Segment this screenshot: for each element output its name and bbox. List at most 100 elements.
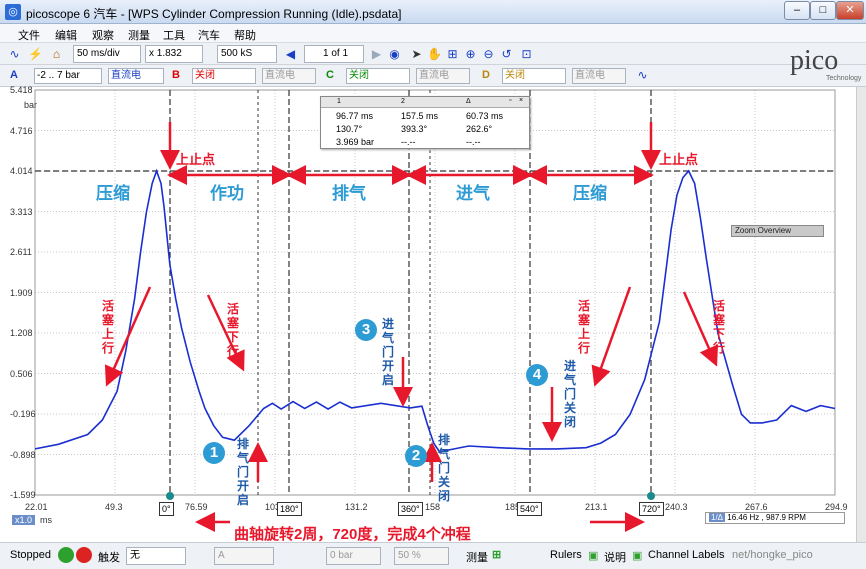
angle-360[interactable]: 360° [398, 502, 423, 516]
meas-close-icon[interactable]: × [519, 97, 523, 104]
notes-icon[interactable]: ▣ [588, 549, 598, 562]
angle-540[interactable]: 540° [517, 502, 542, 516]
hand-icon[interactable]: ✋ [426, 45, 443, 63]
trigger-select[interactable]: 无 [126, 547, 186, 565]
math-channel-icon[interactable]: ∿ [634, 66, 651, 84]
ruler-handle[interactable] [166, 492, 174, 500]
channel-b-label: B [172, 69, 180, 81]
trigger-percent[interactable]: 50 % [394, 547, 449, 565]
auto-setup-icon[interactable]: ⚡ [27, 45, 44, 63]
intake-open-label: 进气门开启 [381, 317, 394, 387]
channel-labels-icon[interactable]: ▣ [632, 549, 642, 562]
rpm-value: 16.46 Hz , 987.9 RPM [727, 513, 806, 522]
menu-view[interactable]: 观察 [92, 27, 114, 43]
channel-c-coupling[interactable]: 直流电 [416, 68, 470, 84]
channel-b-coupling[interactable]: 直流电 [262, 68, 316, 84]
x-tick-label: 131.2 [345, 502, 368, 512]
pointer-icon[interactable]: ➤ [408, 45, 425, 63]
zoom-fit-icon[interactable]: ⊡ [518, 45, 535, 63]
close-button[interactable]: ✕ [836, 1, 864, 20]
home-icon[interactable]: ⌂ [48, 45, 65, 63]
meas-pin-icon[interactable]: ▫ [509, 97, 511, 104]
vertical-scrollbar[interactable] [856, 87, 866, 542]
meas-cell: 393.3° [401, 124, 428, 134]
zoom-in-icon[interactable]: ⊕ [462, 45, 479, 63]
x-unit-label: ms [40, 515, 52, 525]
pico-logo-text: pico [790, 45, 838, 76]
stroke-label-compression: 压缩 [96, 184, 130, 203]
angle-0[interactable]: 0° [159, 502, 174, 516]
minimize-button[interactable]: – [784, 1, 810, 20]
piston-up-label-2: 活塞上行 [577, 299, 590, 355]
menu-file[interactable]: 文件 [18, 27, 40, 43]
meas-cell: 262.6° [466, 124, 493, 134]
channel-c-label: C [326, 69, 334, 81]
x-tick-label: 213.1 [585, 502, 608, 512]
meas-header-1: 1 [337, 98, 341, 105]
meas-header-delta: Δ [466, 98, 471, 105]
trigger-channel[interactable]: A [214, 547, 274, 565]
samples-field[interactable]: 500 kS [217, 45, 277, 63]
menu-auto[interactable]: 汽车 [198, 27, 220, 43]
angle-180[interactable]: 180° [277, 502, 302, 516]
scope-mode-icon[interactable]: ∿ [6, 45, 23, 63]
next-page-icon[interactable]: ▶ [368, 45, 385, 63]
main-toolbar: ∿ ⚡ ⌂ 50 ms/div x 1.832 500 kS ◀ 1 of 1 … [0, 43, 866, 65]
zoom-out-icon[interactable]: ⊖ [480, 45, 497, 63]
menu-tools[interactable]: 工具 [163, 27, 185, 43]
x-scale-badge: x1.0 [12, 515, 36, 525]
window-title: picoscope 6 汽车 - [WPS Cylinder Compressi… [26, 7, 402, 21]
pico-logo: pico Technology [790, 45, 862, 82]
y-tick-label: 4.014 [10, 166, 33, 176]
channel-c-range[interactable]: 关闭 [346, 68, 410, 84]
meas-cell: 130.7° [336, 124, 363, 134]
add-measure-icon[interactable]: ⊞ [492, 548, 501, 561]
meas-cell: --.-- [466, 137, 481, 147]
y-tick-label: -1.599 [10, 490, 36, 500]
piston-down-label-1: 活塞下行 [226, 302, 239, 358]
y-tick-label: 3.313 [10, 206, 33, 217]
channel-a-coupling[interactable]: 直流电 [108, 68, 164, 84]
marker-3: 3 [355, 319, 377, 341]
channel-labels-label: Channel Labels [648, 549, 725, 561]
intake-close-label: 进气门关闭 [563, 359, 576, 429]
title-bar: ◎ picoscope 6 汽车 - [WPS Cylinder Compres… [0, 0, 866, 24]
menu-edit[interactable]: 编辑 [55, 27, 77, 43]
rpm-prefix: 1/Δ [709, 513, 726, 522]
compass-icon[interactable]: ◉ [386, 45, 403, 63]
stroke-label-intake: 进气 [456, 184, 490, 203]
channel-d-coupling[interactable]: 直流电 [572, 68, 626, 84]
maximize-button[interactable]: □ [810, 1, 836, 20]
status-bar: Stopped 触发 无 A 0 bar 50 % 测量 ⊞ Rulers ▣ … [0, 542, 866, 569]
menu-measure[interactable]: 测量 [128, 27, 150, 43]
zoom-region-icon[interactable]: ⊞ [444, 45, 461, 63]
timebase-select[interactable]: 50 ms/div [73, 45, 141, 63]
run-icon[interactable] [58, 547, 74, 563]
page-field[interactable]: 1 of 1 [304, 45, 364, 63]
pico-app-icon: ◎ [5, 4, 21, 20]
ruler-handle[interactable] [647, 492, 655, 500]
x-tick-label: 240.3 [665, 502, 688, 512]
plot-area[interactable]: bar 5.418 4.716 4.014 3.313 2.611 1.909 1.208 0… [0, 85, 856, 544]
y-tick-label: 4.716 [10, 125, 33, 136]
pico-logo-sub: Technology [826, 75, 862, 82]
undo-zoom-icon[interactable]: ↺ [498, 45, 515, 63]
trigger-level[interactable]: 0 bar [326, 547, 381, 565]
y-tick-label: 1.208 [10, 328, 33, 338]
angle-720[interactable]: 720° [639, 502, 664, 516]
menu-help[interactable]: 帮助 [234, 27, 256, 43]
first-page-icon[interactable]: ◀ [282, 45, 299, 63]
channel-a-label: A [10, 69, 18, 81]
trigger-label: 触发 [98, 552, 120, 564]
zoom-overview-panel[interactable]: Zoom Overview [731, 225, 824, 237]
measurements-table: 1 2 Δ ▫ × 96.77 ms 157.5 ms 60.73 ms 130… [320, 96, 530, 149]
x-tick-label: 294.9 [825, 502, 848, 512]
channel-d-range[interactable]: 关闭 [502, 68, 566, 84]
channel-a-range[interactable]: -2 .. 7 bar [34, 68, 102, 84]
piston-down-arrow-2 [682, 291, 719, 367]
zoom-field[interactable]: x 1.832 [145, 45, 203, 63]
y-unit-label: bar [24, 100, 38, 110]
stop-icon[interactable] [76, 547, 92, 563]
piston-up-arrow-2 [591, 286, 632, 387]
channel-b-range[interactable]: 关闭 [192, 68, 256, 84]
